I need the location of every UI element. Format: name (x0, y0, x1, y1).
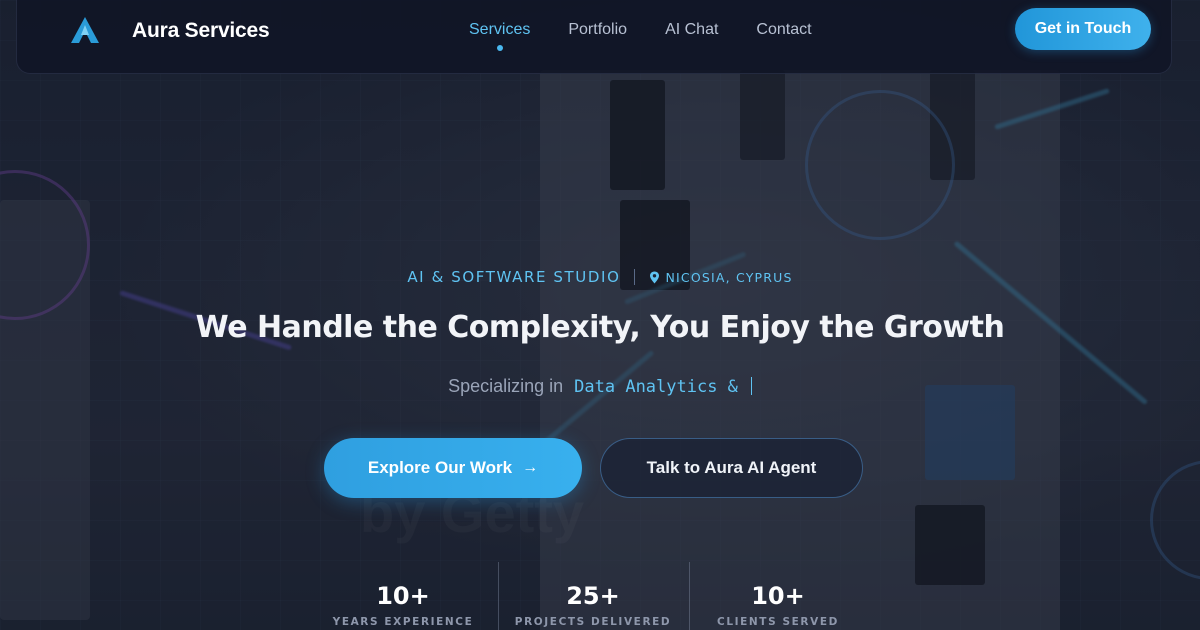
hero-headline: We Handle the Complexity, You Enjoy the … (195, 310, 1005, 345)
nav-link-services[interactable]: Services (469, 21, 531, 51)
aura-logo-icon[interactable] (69, 15, 101, 45)
arrow-right-icon: → (522, 459, 539, 476)
stats-bar: 10+ YEARS EXPERIENCE 25+ PROJECTS DELIVE… (308, 562, 898, 630)
nav-link-label: Portfolio (568, 21, 628, 38)
nav-link-contact[interactable]: Contact (756, 21, 811, 39)
typed-specialty-text: Data Analytics & (574, 377, 738, 397)
brand-name[interactable]: Aura Services (132, 19, 270, 43)
stat-years-experience: 10+ YEARS EXPERIENCE (308, 562, 498, 628)
button-label: Talk to Aura AI Agent (646, 458, 817, 477)
stat-label: PROJECTS DELIVERED (514, 616, 672, 628)
top-navbar: Aura Services Services Portfolio AI Chat… (16, 0, 1172, 74)
stat-value: 10+ (751, 582, 805, 610)
explore-our-work-button[interactable]: Explore Our Work → (324, 438, 582, 498)
typing-caret (750, 377, 752, 395)
stat-label: CLIENTS SERVED (717, 616, 839, 628)
nav-link-label: Services (469, 21, 531, 38)
hero-eyebrow: AI & SOFTWARE STUDIO NICOSIA, CYPRUS (0, 268, 1200, 286)
map-pin-icon (650, 271, 660, 283)
subtitle-prefix: Specializing in (448, 376, 564, 396)
nav-link-ai-chat[interactable]: AI Chat (665, 21, 718, 39)
stat-projects-delivered: 25+ PROJECTS DELIVERED (498, 562, 688, 628)
divider (634, 269, 636, 285)
nav-link-portfolio[interactable]: Portfolio (568, 21, 627, 39)
stat-clients-served: 10+ CLIENTS SERVED (683, 562, 873, 628)
location-label: NICOSIA, CYPRUS (649, 270, 792, 285)
nav-link-label: Contact (756, 21, 812, 38)
get-in-touch-button[interactable]: Get in Touch (1015, 8, 1151, 50)
hero-subtitle: Specializing in Data Analytics & (0, 376, 1200, 397)
active-indicator-dot (496, 45, 503, 51)
talk-to-ai-agent-button[interactable]: Talk to Aura AI Agent (600, 438, 863, 498)
nav-link-label: AI Chat (665, 21, 719, 38)
stat-label: YEARS EXPERIENCE (332, 616, 474, 628)
stat-value: 10+ (376, 582, 430, 610)
stat-value: 25+ (566, 582, 620, 610)
nav-links: Services Portfolio AI Chat Contact (469, 21, 850, 51)
button-label: Explore Our Work (367, 458, 513, 477)
studio-tagline: AI & SOFTWARE STUDIO (407, 268, 621, 286)
location-text: NICOSIA, CYPRUS (665, 269, 793, 285)
